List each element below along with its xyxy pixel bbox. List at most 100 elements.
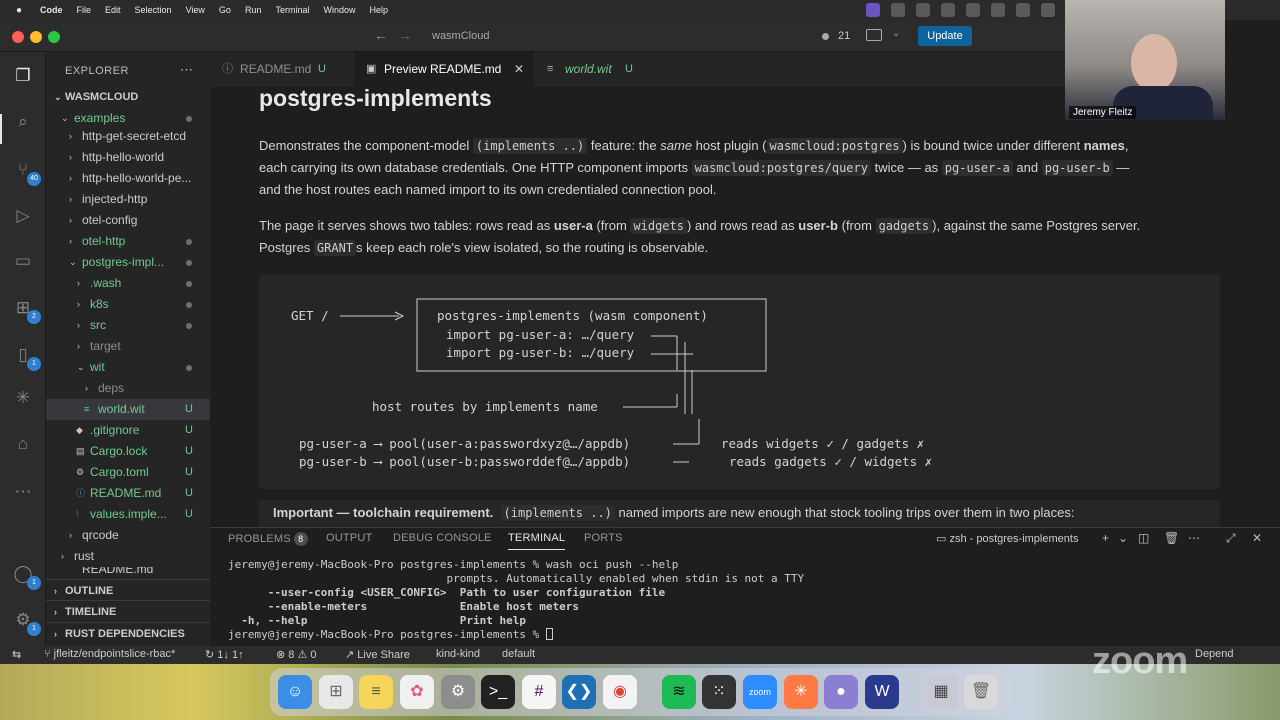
chat-icon[interactable] <box>866 29 882 41</box>
tree-folder[interactable]: › otel-http <box>46 231 210 252</box>
photos-icon[interactable]: ✿ <box>400 675 434 709</box>
split-icon[interactable]: ◫ <box>1138 531 1149 545</box>
remote-icon[interactable]: ⇆ <box>12 648 21 661</box>
tree-folder[interactable]: › .wash <box>46 273 210 294</box>
tree-file[interactable]: README.md <box>46 567 210 577</box>
ports-count[interactable]: 21 <box>838 30 850 42</box>
search-icon[interactable]: ⌕ <box>11 110 35 134</box>
tab-preview-readme[interactable]: ▣ Preview README.md ✕ <box>354 52 534 87</box>
tree-folder[interactable]: ⌄ postgres-impl... <box>46 252 210 273</box>
tree-folder[interactable]: ⌄ wit <box>46 357 210 378</box>
tree-file[interactable]: ▤ Cargo.lock U <box>46 441 210 462</box>
arrow-left-icon[interactable]: ← <box>374 27 388 43</box>
more-icon[interactable]: ⋯ <box>11 480 35 504</box>
chevron-down-icon[interactable]: ⌄ <box>1118 531 1128 545</box>
tree-folder[interactable]: › rust <box>46 546 210 567</box>
webex-icon[interactable]: W <box>865 675 899 709</box>
notes-icon[interactable]: ≡ <box>359 675 393 709</box>
trash-icon[interactable]: 🗑 <box>964 675 998 709</box>
kubernetes-icon[interactable]: ✳ <box>11 386 35 410</box>
kiro-icon[interactable]: ✳ <box>784 675 818 709</box>
tree-file[interactable]: ⓘ README.md U <box>46 483 210 504</box>
menu-terminal[interactable]: Terminal <box>275 5 309 15</box>
menu-help[interactable]: Help <box>369 5 388 15</box>
app-icon[interactable]: ● <box>824 675 858 709</box>
grid-app-icon[interactable]: ⁙ <box>702 675 736 709</box>
tree-folder[interactable]: › otel-config <box>46 210 210 231</box>
menu-view[interactable]: View <box>186 5 205 15</box>
spotify-icon[interactable]: ≋ <box>662 675 696 709</box>
trash-icon[interactable]: 🗑 <box>1164 531 1179 545</box>
tray-icon[interactable] <box>991 3 1005 17</box>
tab-debug-console[interactable]: DEBUG CONSOLE <box>393 532 492 544</box>
source-control-icon[interactable]: ⑂ 40 <box>11 158 41 186</box>
tab-output[interactable]: OUTPUT <box>326 532 372 544</box>
extensions-icon[interactable]: ⊞ 2 <box>11 296 41 324</box>
kube-namespace[interactable]: default <box>502 648 535 660</box>
tree-file-selected[interactable]: ≡ world.wit U <box>46 399 210 420</box>
files-icon[interactable]: ❐ <box>11 64 35 88</box>
remote-icon[interactable]: ▯ 1 <box>11 343 41 371</box>
tab-readme[interactable]: ⓘ README.md U <box>210 52 353 87</box>
chrome-icon[interactable]: ◉ <box>603 675 637 709</box>
live-share-status[interactable]: ↗ Live Share <box>345 648 410 661</box>
minimize-window-button[interactable] <box>30 31 42 43</box>
run-debug-icon[interactable]: ▷ <box>11 204 35 228</box>
docker-icon[interactable]: ⌂ <box>11 432 35 456</box>
problems-status[interactable]: ⊗ 8 ⚠ 0 <box>276 648 317 661</box>
tray-icon[interactable] <box>1016 3 1030 17</box>
launchpad-icon[interactable]: ⊞ <box>319 675 353 709</box>
tray-icon[interactable] <box>941 3 955 17</box>
kube-context[interactable]: kind-kind <box>436 648 480 660</box>
close-icon[interactable]: ✕ <box>1252 531 1262 545</box>
zoom-tray-icon[interactable] <box>866 3 880 17</box>
tray-icon[interactable] <box>1041 3 1055 17</box>
video-thumbnail[interactable]: Jeremy Fleitz <box>1065 0 1225 120</box>
tree-folder[interactable]: › qrcode <box>46 525 210 546</box>
arrow-right-icon[interactable]: → <box>398 27 412 43</box>
slack-icon[interactable]: # <box>522 675 556 709</box>
accounts-icon[interactable]: ◯ 1 <box>11 562 41 590</box>
tree-file[interactable]: ◆ .gitignore U <box>46 420 210 441</box>
tab-problems[interactable]: PROBLEMS 8 <box>228 532 308 546</box>
tree-file[interactable]: ! values.imple... U <box>46 504 210 525</box>
tray-icon[interactable] <box>916 3 930 17</box>
tree-root[interactable]: ⌄ WASMCLOUD <box>46 87 210 108</box>
maximize-icon[interactable]: ⤢ <box>1226 531 1236 546</box>
section-outline[interactable]: › OUTLINE <box>46 579 210 601</box>
terminal-icon[interactable]: >_ <box>481 675 515 709</box>
tree-folder[interactable]: › deps <box>46 378 210 399</box>
apple-icon[interactable]: ● <box>12 5 26 16</box>
gear-icon[interactable]: ⚙ 1 <box>11 608 41 636</box>
menu-run[interactable]: Run <box>245 5 262 15</box>
section-rust-dependencies[interactable]: › RUST DEPENDENCIES <box>46 622 210 644</box>
sync-status[interactable]: ↻ 1↓ 1↑ <box>205 648 244 661</box>
finder-icon[interactable]: ☺ <box>278 675 312 709</box>
more-icon[interactable]: ⋯ <box>1188 531 1200 545</box>
dependi-status[interactable]: Depend <box>1195 648 1234 660</box>
tree-folder[interactable]: › src <box>46 315 210 336</box>
menu-edit[interactable]: Edit <box>105 5 121 15</box>
tree-folder[interactable]: › injected-http <box>46 189 210 210</box>
close-icon[interactable]: ✕ <box>514 52 524 87</box>
tree-folder[interactable]: › http-hello-world <box>46 147 210 168</box>
terminal-output[interactable]: jeremy@jeremy-MacBook-Pro postgres-imple… <box>228 558 804 642</box>
zoom-icon[interactable]: zoom <box>743 675 777 709</box>
tree-file[interactable]: ⚙ Cargo.toml U <box>46 462 210 483</box>
tree-folder[interactable]: › http-get-secret-etcd <box>46 126 210 147</box>
menu-app[interactable]: Code <box>40 5 63 15</box>
tray-icon[interactable] <box>966 3 980 17</box>
command-center[interactable]: wasmCloud <box>432 30 489 42</box>
tab-ports[interactable]: PORTS <box>584 532 623 544</box>
chevron-down-icon[interactable]: ⌄ <box>892 28 900 39</box>
screenshot-icon[interactable]: ▦ <box>924 675 958 709</box>
tray-icon[interactable] <box>891 3 905 17</box>
ports-indicator-icon[interactable] <box>822 33 829 40</box>
tree-folder[interactable]: › k8s <box>46 294 210 315</box>
vscode-icon[interactable]: ❮❯ <box>562 675 596 709</box>
section-timeline[interactable]: › TIMELINE <box>46 600 210 622</box>
menu-window[interactable]: Window <box>323 5 355 15</box>
menu-go[interactable]: Go <box>219 5 231 15</box>
update-button[interactable]: Update <box>918 26 972 46</box>
tab-world-wit[interactable]: ≡ world.wit U <box>535 52 655 87</box>
